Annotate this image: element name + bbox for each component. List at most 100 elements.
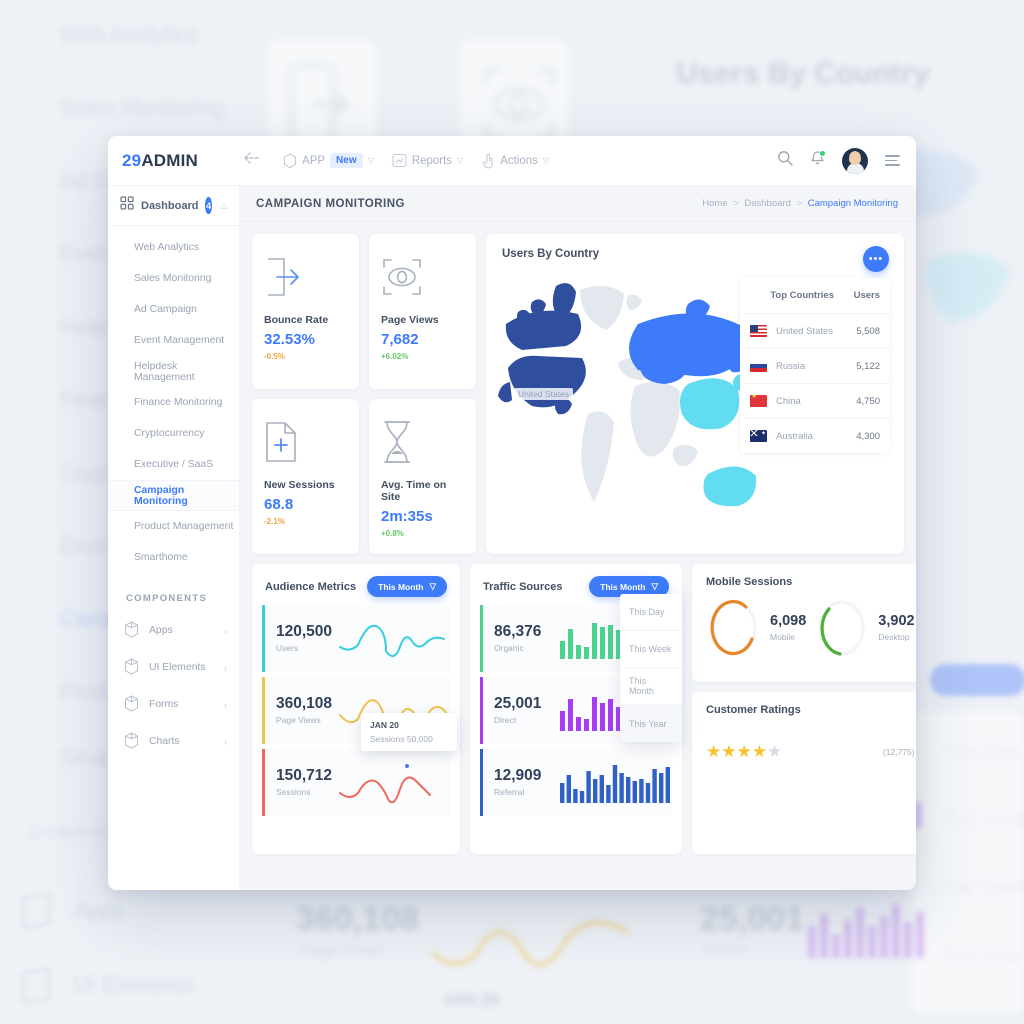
sidebar-dashboard-header[interactable]: Dashboard 4 △: [108, 186, 239, 226]
breadcrumb-dashboard[interactable]: Dashboard: [744, 198, 790, 209]
table-row[interactable]: Russia 5,122: [740, 348, 890, 383]
dashboard-window: 29ADMIN APP New ▽ Reports ▽ Actions ▽ Da…: [108, 136, 916, 890]
topnav-item-reports[interactable]: Reports ▽: [392, 153, 463, 168]
country-users: 4,300: [856, 430, 880, 442]
donut-label: Mobile: [770, 631, 796, 642]
audience-row-users[interactable]: 120,500 Users: [262, 605, 450, 672]
topnav-label-actions: Actions: [500, 154, 538, 167]
audience-filter-button[interactable]: This Month ▽: [367, 576, 447, 597]
brand-name: ADMIN: [141, 150, 199, 170]
map-label-united-states: United States: [514, 388, 574, 400]
bg-text: Page Views: [300, 942, 385, 959]
sidebar-item-smarthome[interactable]: Smarthome: [108, 542, 239, 573]
sidebar-item-cryptocurrency[interactable]: Cryptocurrency: [108, 418, 239, 449]
main-content: CAMPAIGN MONITORING Home > Dashboard > C…: [240, 186, 916, 890]
dashboard-grid: Bounce Rate 32.53% -0.5% Page Views 7,68…: [240, 222, 916, 890]
topnav-item-actions[interactable]: Actions ▽: [481, 153, 549, 169]
dropdown-option-this-day[interactable]: This Day: [620, 594, 682, 631]
table-row[interactable]: United States 5,508: [740, 313, 890, 348]
kpi-card-avg-time-on-site[interactable]: Avg. Time on Site 2m:35s +0.8%: [369, 399, 476, 554]
dropdown-option-this-week[interactable]: This Week: [620, 631, 682, 668]
sidebar-dashboard-label: Dashboard: [141, 199, 199, 212]
avatar[interactable]: [842, 147, 868, 174]
chevron-down-icon: ▽: [651, 581, 658, 591]
sidebar-component-charts[interactable]: Charts ›: [108, 723, 239, 760]
bg-text: Apps: [74, 898, 125, 923]
audience-metrics-panel: Audience Metrics This Month ▽ 120,500 Us…: [252, 564, 460, 854]
collapse-arrow-icon[interactable]: [242, 151, 259, 170]
column-header-users: Users: [853, 290, 880, 301]
star-icon-filled: ★: [751, 742, 767, 761]
sidebar-item-finance-monitoring[interactable]: Finance Monitoring: [108, 387, 239, 418]
bg-text: Web Analytics: [60, 22, 198, 47]
kpi-card-new-sessions[interactable]: New Sessions 68.8 -2.1%: [252, 399, 359, 554]
sidebar-component-ui-elements[interactable]: UI Elements ›: [108, 649, 239, 686]
chevron-right-icon: ›: [224, 662, 227, 673]
bell-icon[interactable]: [810, 149, 826, 172]
desktop-donut-chart: [819, 600, 865, 656]
chevron-down-icon[interactable]: ▽: [543, 156, 549, 165]
metric-value: 120,500: [276, 622, 333, 640]
country-users: 4,750: [856, 395, 880, 407]
rating-stars[interactable]: ★ ★ ★ ★ ★ (12,775): [706, 742, 915, 762]
sidebar-item-event-management[interactable]: Event Management: [108, 325, 239, 356]
breadcrumb-home[interactable]: Home: [702, 198, 727, 209]
sidebar: Dashboard 4 △ Web Analytics Sales Monito…: [108, 186, 240, 890]
sidebar-component-apps[interactable]: Apps ›: [108, 612, 239, 649]
topnav-item-app[interactable]: APP New ▽: [283, 152, 374, 169]
metric-value: 25,001: [494, 694, 542, 712]
breadcrumb-current: Campaign Monitoring: [807, 198, 898, 209]
chevron-right-icon: ›: [224, 736, 227, 747]
metric-label: Referral: [494, 787, 525, 798]
sidebar-item-executive-saas[interactable]: Executive / SaaS: [108, 449, 239, 480]
chevron-down-icon: ▽: [429, 581, 436, 591]
sidebar-item-campaign-monitoring[interactable]: Campaign Monitoring: [108, 480, 239, 511]
flag-cn: [750, 395, 767, 407]
sidebar-item-product-management[interactable]: Product Management: [108, 511, 239, 542]
bg-text: JAN 20: [442, 990, 500, 1009]
chevron-down-icon[interactable]: ▽: [368, 156, 374, 165]
sidebar-component-forms[interactable]: Forms ›: [108, 686, 239, 723]
customer-ratings-panel: Customer Ratings ★ ★ ★ ★ ★ (12,775): [692, 692, 916, 854]
top-countries-table: Top Countries Users United States 5,508 …: [740, 278, 890, 453]
chevron-down-icon[interactable]: ▽: [457, 156, 463, 165]
table-row[interactable]: China 4,750: [740, 383, 890, 418]
search-icon[interactable]: [777, 150, 793, 171]
dropdown-option-this-year[interactable]: This Year: [620, 705, 682, 742]
bg-text: Users By Country: [676, 57, 930, 90]
row-charts: Audience Metrics This Month ▽ 120,500 Us…: [252, 564, 916, 854]
audience-row-sessions[interactable]: 150,712 Sessions JAN 20 Sessions 50,000: [262, 713, 457, 816]
sidebar-section-components: COMPONENTS: [126, 593, 208, 604]
brand-logo[interactable]: 29ADMIN: [122, 151, 198, 171]
table-row[interactable]: Australia 4,300: [740, 418, 890, 453]
bg-pill: [930, 664, 1024, 696]
tooltip-point-marker: [403, 762, 411, 770]
sidebar-item-sales-monitoring[interactable]: Sales Monitoring: [108, 263, 239, 294]
donut-mobile: 6,098 Mobile: [706, 598, 806, 658]
hamburger-icon[interactable]: [885, 152, 900, 169]
audience-filter-label: This Month: [378, 581, 424, 592]
sidebar-item-web-analytics[interactable]: Web Analytics: [108, 232, 239, 263]
mobile-sessions-donuts: 6,098 Mobile 3,902 Desktop: [706, 598, 915, 658]
traffic-row-referral[interactable]: 12,909 Referral: [480, 749, 672, 816]
referral-bar-chart: [560, 759, 672, 807]
breadcrumb-separator: >: [796, 198, 803, 209]
mobile-sessions-panel: Mobile Sessions 6,098 Mobile 3,902 Deskt…: [692, 564, 916, 682]
more-options-button[interactable]: •••: [863, 246, 889, 272]
kpi-card-bounce-rate[interactable]: Bounce Rate 32.53% -0.5%: [252, 234, 359, 389]
star-icon-filled: ★: [721, 742, 737, 761]
kpi-row-2: New Sessions 68.8 -2.1% Avg. Time on Sit…: [252, 399, 476, 554]
rating-count: (12,775): [882, 747, 915, 757]
chevron-up-icon[interactable]: △: [221, 201, 227, 210]
bg-card: [912, 712, 1024, 1012]
dropdown-option-this-month[interactable]: This Month: [620, 668, 682, 705]
chevron-right-icon: ›: [224, 699, 227, 710]
country-name: Australia: [776, 430, 813, 442]
sidebar-item-helpdesk-management[interactable]: Helpdesk Management: [108, 356, 239, 387]
star-icon-filled: ★: [706, 742, 722, 761]
kpi-card-page-views[interactable]: Page Views 7,682 +6.02%: [369, 234, 476, 389]
sidebar-component-label: Forms: [149, 699, 179, 710]
hexagon-icon: [283, 152, 297, 169]
sidebar-item-ad-campaign[interactable]: Ad Campaign: [108, 294, 239, 325]
map-card-title: Users By Country: [502, 248, 600, 260]
